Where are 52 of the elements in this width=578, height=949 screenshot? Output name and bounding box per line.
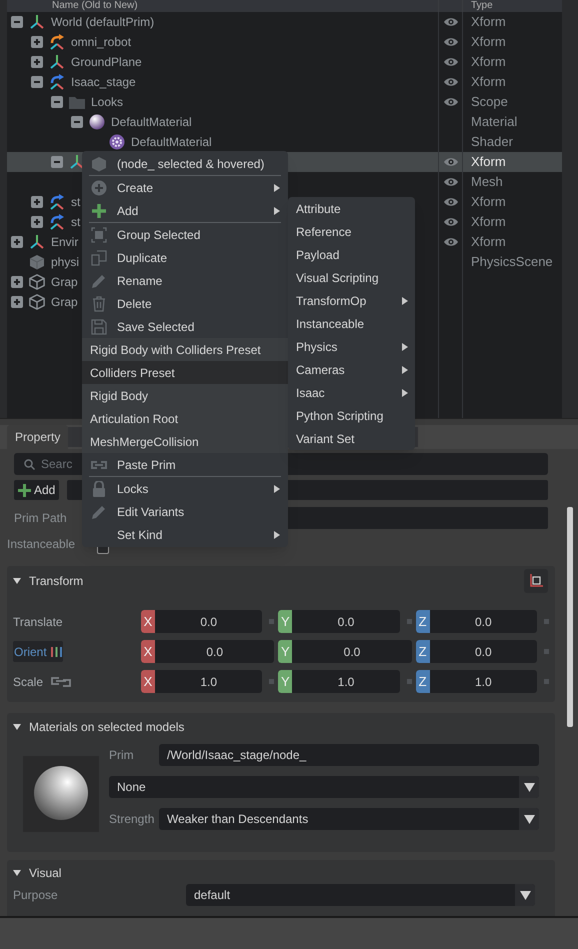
axis-label: Z (416, 670, 430, 693)
field-value: 1.0 (474, 674, 493, 690)
prim-type: Scope (471, 93, 508, 112)
prim-type: Xform (471, 233, 506, 252)
axis-label: X (141, 610, 155, 633)
field-label: Prim Path (14, 510, 68, 527)
prim-type: PhysicsScene (471, 253, 553, 272)
field-label: Prim (109, 747, 135, 764)
field-label: Scale (13, 674, 44, 690)
field-value: 0.0 (474, 614, 493, 630)
prim-type: Xform (471, 13, 506, 32)
field-label: Strength (109, 811, 153, 828)
prim-name: Grap (51, 274, 78, 291)
field-value: 0.0 (336, 614, 356, 630)
axis-label: X (141, 640, 155, 663)
prim-type: Xform (471, 153, 506, 172)
prim-name: physi (51, 254, 80, 271)
prim-name: Envir (51, 234, 78, 251)
field-label: Instanceable (7, 536, 76, 553)
field-value: 0.0 (474, 644, 493, 660)
prim-type: Material (471, 113, 518, 132)
field-value: 1.0 (336, 674, 356, 690)
prim-name: World (defaultPrim) (51, 14, 154, 31)
prim-type: Xform (471, 193, 506, 212)
axis-label: X (141, 670, 155, 693)
prim-name: GroundPlane (71, 54, 142, 71)
prim-name: Isaac_stage (71, 74, 136, 91)
prim-name: st (71, 194, 80, 211)
axis-label: Y (278, 670, 292, 693)
prim-type: Xform (471, 73, 506, 92)
prim-type: Shader (471, 133, 513, 152)
prim-name: DefaultMaterial (111, 114, 192, 131)
field-value: 0.0 (342, 644, 362, 660)
prim-type: Xform (471, 33, 506, 52)
field-value: 1.0 (199, 674, 218, 690)
prim-type: Mesh (471, 173, 503, 192)
axis-label: Z (416, 640, 430, 663)
field-label: Purpose (13, 887, 59, 904)
prim-name: Looks (91, 94, 124, 111)
prim-name: omni_robot (71, 34, 132, 51)
prim-type: Xform (471, 53, 506, 72)
axis-label: Z (416, 610, 430, 633)
field-label: Translate (13, 614, 63, 630)
field-value: 0.0 (199, 614, 218, 630)
prim-name: DefaultMaterial (131, 134, 212, 151)
axis-label: Y (278, 640, 292, 663)
prim-type: Xform (471, 213, 506, 232)
menu-title: (node_ selected & hovered) (82, 152, 288, 175)
prim-name: st (71, 214, 80, 231)
prim-name: Grap (51, 294, 78, 311)
field-value: 0.0 (205, 644, 224, 660)
axis-label: Y (278, 610, 292, 633)
